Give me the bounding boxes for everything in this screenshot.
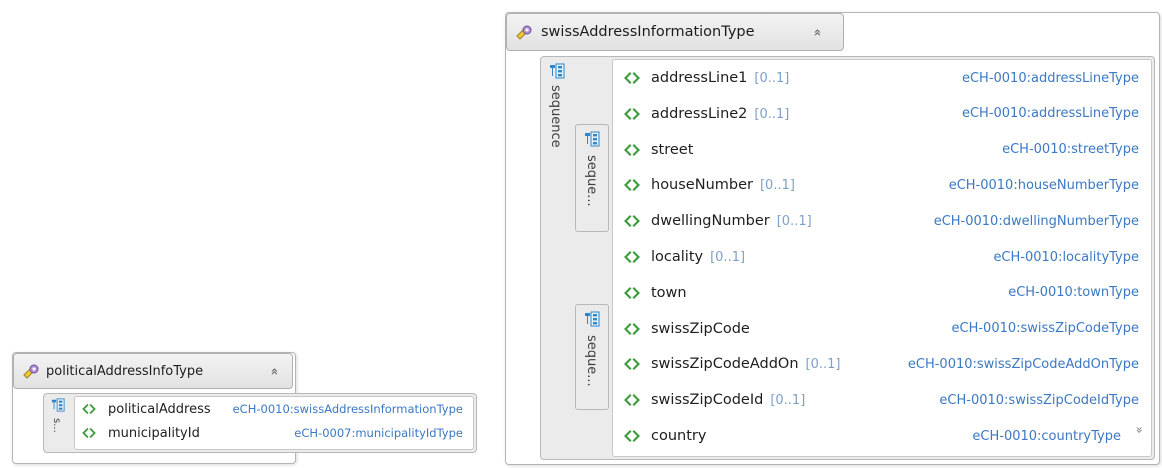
element-name: country (651, 428, 706, 444)
element-icon (624, 179, 640, 192)
element-name-text: town (651, 284, 687, 301)
sequence-label: sequence (548, 85, 563, 148)
element-name-text: swissZipCodeId (651, 392, 764, 409)
sequence-icon[interactable] (549, 63, 565, 79)
sequence-icon[interactable] (584, 131, 600, 147)
element-name-text: municipalityId (108, 425, 200, 441)
element-name-text: locality (651, 249, 704, 265)
political-address-info-type-box: politicalAddressInfoType « s... politica… (12, 352, 477, 464)
element-row[interactable]: addressLine1 [0..1] eCH-0010:addressLineTy… (613, 60, 1151, 96)
complex-type-icon (516, 25, 532, 40)
element-name-text: dwellingNumber (651, 213, 770, 230)
element-icon (82, 427, 96, 439)
element-row[interactable]: swissZipCode eCH-0010:swissZipCodeType (613, 311, 1151, 347)
occurrence-label: [0..1] (710, 250, 746, 265)
occurrence-label: [0..1] (776, 214, 812, 230)
element-row[interactable]: dwellingNumber [0..1] eCH-0010:dwellingNum… (613, 203, 1151, 239)
element-name: swissZipCodeAddOn [0..1] (651, 356, 840, 372)
element-row[interactable]: country eCH-0010:countryType (613, 418, 1151, 454)
element-type-link[interactable]: eCH-0007:municipalityIdType (294, 426, 463, 440)
element-icon (82, 403, 96, 415)
type-name: swissAddressInformationType (541, 24, 755, 40)
element-name-text: houseNumber (651, 177, 753, 194)
sequence-panel: s... politicalAddress eCH-0010:swissAddre… (43, 393, 477, 453)
sequence-icon[interactable] (584, 311, 600, 327)
occurrence-label: [0..1] (759, 178, 795, 194)
element-row[interactable]: town eCH-0010:townType (613, 275, 1151, 311)
element-row[interactable]: politicalAddress eCH-0010:swissAddressInf… (75, 397, 473, 421)
type-name: politicalAddressInfoType (46, 363, 204, 379)
sub-sequence-panel-1: seque... (575, 124, 609, 232)
complex-type-icon (23, 364, 39, 379)
element-name: houseNumber [0..1] (651, 177, 795, 193)
sub-sequence-label: seque... (584, 155, 599, 207)
element-icon (624, 143, 640, 156)
element-name: locality [0..1] (651, 249, 745, 265)
element-icon (624, 107, 640, 120)
element-icon (624, 430, 640, 442)
element-icon (624, 251, 640, 263)
element-name-text: country (651, 428, 707, 444)
occurrence-label: [0..1] (805, 357, 841, 373)
occurrence-label: [0..1] (754, 106, 790, 122)
sub-sequence-panel-2: seque... (575, 304, 609, 410)
element-name-text: swissZipCodeAddOn (651, 356, 799, 373)
occurrence-label: [0..1] (754, 71, 790, 86)
element-type-link[interactable]: eCH-0010:dwellingNumberType (934, 214, 1139, 229)
element-name-text: swissZipCode (651, 320, 750, 337)
element-name-text: politicalAddress (108, 401, 211, 417)
element-row[interactable]: swissZipCodeAddOn [0..1] eCH-0010:swissZip… (613, 346, 1151, 382)
element-name-text: addressLine1 (651, 70, 748, 86)
element-row[interactable]: houseNumber [0..1] eCH-0010:houseNumberTyp… (613, 167, 1151, 203)
element-type-link[interactable]: eCH-0010:townType (1008, 285, 1139, 300)
element-row[interactable]: addressLine2 [0..1] eCH-0010:addressLineTy… (613, 96, 1151, 132)
collapse-icon[interactable]: « (809, 28, 824, 36)
swiss-address-information-type-box: swissAddressInformationType « sequence s… (505, 12, 1160, 465)
element-icon (624, 215, 640, 228)
element-icon (624, 322, 640, 335)
collapse-icon[interactable]: « (266, 367, 281, 375)
element-name-text: street (651, 141, 694, 158)
type-header[interactable]: swissAddressInformationType « (506, 13, 844, 51)
sequence-icon[interactable] (51, 398, 65, 412)
element-icon (624, 72, 640, 84)
element-list: addressLine1 [0..1] eCH-0010:addressLineTy… (612, 59, 1152, 457)
type-header[interactable]: politicalAddressInfoType « (13, 353, 293, 389)
element-name: swissZipCode (651, 321, 750, 337)
element-type-link[interactable]: eCH-0010:swissZipCodeType (952, 321, 1139, 336)
element-name: street (651, 142, 693, 158)
element-icon (624, 286, 640, 299)
element-name: addressLine2 [0..1] (651, 106, 789, 122)
element-name: swissZipCodeId [0..1] (651, 392, 805, 408)
sequence-panel: sequence seque... seque... addressLine1 … (540, 56, 1155, 460)
element-name: town (651, 285, 687, 301)
sub-sequence-label: seque... (584, 335, 599, 387)
expand-icon[interactable]: » (1132, 426, 1146, 433)
element-icon (624, 394, 640, 407)
element-name-text: addressLine2 (651, 105, 748, 122)
element-type-link[interactable]: eCH-0010:houseNumberType (949, 178, 1139, 193)
element-type-link[interactable]: eCH-0010:streetType (1002, 142, 1139, 157)
element-row[interactable]: swissZipCodeId [0..1] eCH-0010:swissZipCod… (613, 382, 1151, 418)
element-name: municipalityId (108, 426, 200, 441)
element-type-link[interactable]: eCH-0010:addressLineType (962, 106, 1139, 121)
element-name: addressLine1 [0..1] (651, 70, 789, 86)
occurrence-label: [0..1] (770, 393, 806, 409)
element-row[interactable]: street eCH-0010:streetType (613, 132, 1151, 168)
element-type-link[interactable]: eCH-0010:countryType (972, 429, 1121, 444)
element-list: politicalAddress eCH-0010:swissAddressInf… (74, 396, 474, 450)
element-name: dwellingNumber [0..1] (651, 213, 812, 229)
element-type-link[interactable]: eCH-0010:swissAddressInformationType (233, 402, 463, 416)
element-type-link[interactable]: eCH-0010:swissZipCodeIdType (939, 393, 1139, 408)
element-icon (624, 358, 640, 371)
element-row[interactable]: locality [0..1] eCH-0010:localityType (613, 239, 1151, 275)
element-name: politicalAddress (108, 402, 211, 417)
element-type-link[interactable]: eCH-0010:addressLineType (962, 71, 1139, 86)
sequence-label: s... (51, 418, 62, 433)
element-row[interactable]: municipalityId eCH-0007:municipalityIdTyp… (75, 421, 473, 445)
element-type-link[interactable]: eCH-0010:swissZipCodeAddOnType (908, 357, 1139, 372)
element-type-link[interactable]: eCH-0010:localityType (993, 250, 1139, 265)
